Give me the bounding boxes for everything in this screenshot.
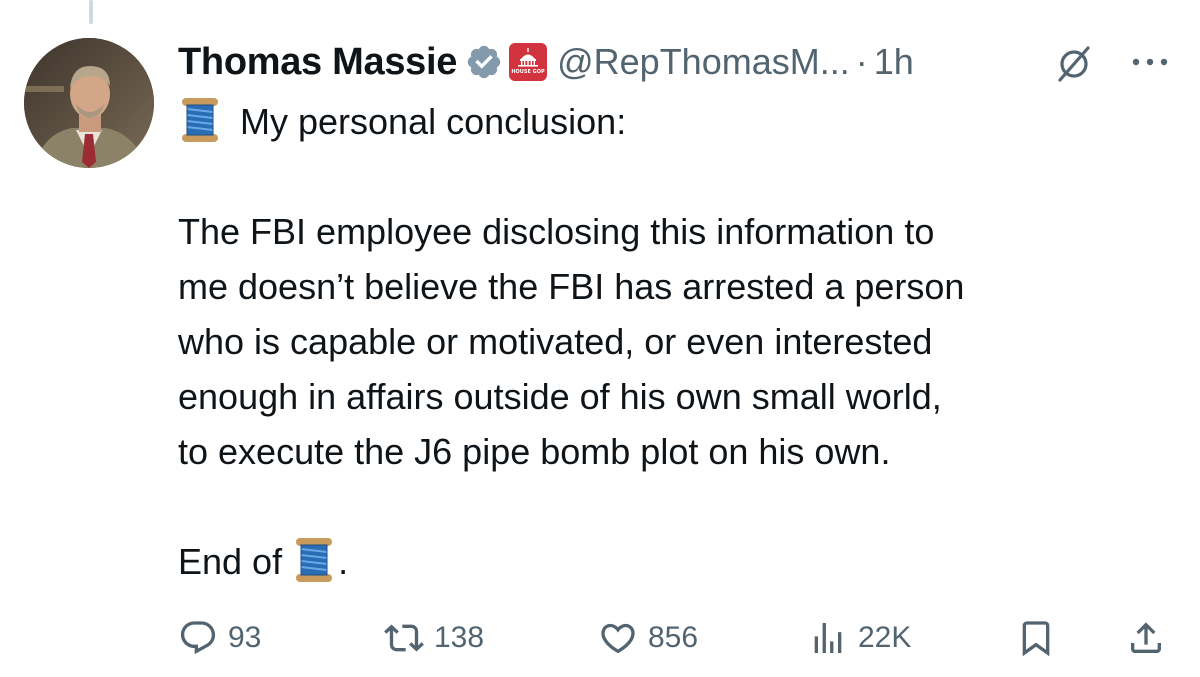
bookmark-icon	[1022, 621, 1050, 657]
reply-count: 93	[228, 621, 262, 654]
reply-button[interactable]: 93	[178, 610, 261, 666]
retweet-icon	[384, 624, 424, 652]
spool-of-thread-emoji	[296, 538, 333, 582]
affiliation-badge-text: HOUSE GOP	[511, 69, 545, 75]
tweet-line-8: .	[338, 541, 349, 582]
action-bar: 93 138 856 22K	[178, 610, 1168, 666]
verified-badge-icon[interactable]	[465, 43, 503, 81]
tweet-line-2: The FBI employee disclosing this informa…	[178, 211, 935, 252]
line-break	[178, 149, 1158, 204]
reply-icon	[180, 621, 216, 655]
like-count: 856	[648, 621, 699, 654]
tweet-line-end: End of .	[178, 534, 1158, 589]
more-icon[interactable]	[1128, 50, 1172, 74]
avatar[interactable]	[24, 38, 154, 168]
views-icon	[814, 623, 842, 653]
tweet-line-intro: My personal conclusion:	[178, 94, 1158, 149]
capitol-dome-icon: HOUSE GOP	[511, 48, 545, 75]
tweet-line-4: who is capable or motivated, or even int…	[178, 321, 933, 362]
affiliation-badge[interactable]: HOUSE GOP	[509, 43, 548, 81]
tweet-line-1: My personal conclusion:	[240, 101, 627, 142]
separator-dot: ·	[855, 41, 868, 82]
author-handle[interactable]: @RepThomasM...	[557, 41, 850, 83]
share-button[interactable]	[1126, 610, 1166, 666]
views-count: 22K	[858, 621, 912, 654]
thread-connector-line	[89, 0, 93, 24]
retweet-button[interactable]: 138	[384, 610, 484, 666]
bookmark-button[interactable]	[1016, 610, 1056, 666]
tweet-text: My personal conclusion: The FBI employee…	[178, 94, 1158, 589]
tweet-line-7: End of	[178, 541, 283, 582]
spool-of-thread-emoji	[182, 98, 218, 142]
heart-icon	[601, 623, 635, 654]
author-name[interactable]: Thomas Massie	[178, 41, 457, 84]
timestamp[interactable]: 1h	[874, 41, 914, 83]
views-button[interactable]: 22K	[808, 610, 911, 666]
tweet-line-3: me doesn’t believe the FBI has arrested …	[178, 266, 965, 307]
like-button[interactable]: 856	[598, 610, 698, 666]
tweet-header: Thomas Massie HOUSE GOP @RepThomasM... ·…	[178, 34, 914, 90]
line-break	[178, 479, 1158, 534]
retweet-count: 138	[434, 621, 485, 654]
share-icon	[1131, 622, 1161, 653]
tweet-line-6: to execute the J6 pipe bomb plot on his …	[178, 431, 891, 472]
grok-icon[interactable]	[1054, 44, 1094, 84]
tweet-line-5: enough in affairs outside of his own sma…	[178, 376, 942, 417]
